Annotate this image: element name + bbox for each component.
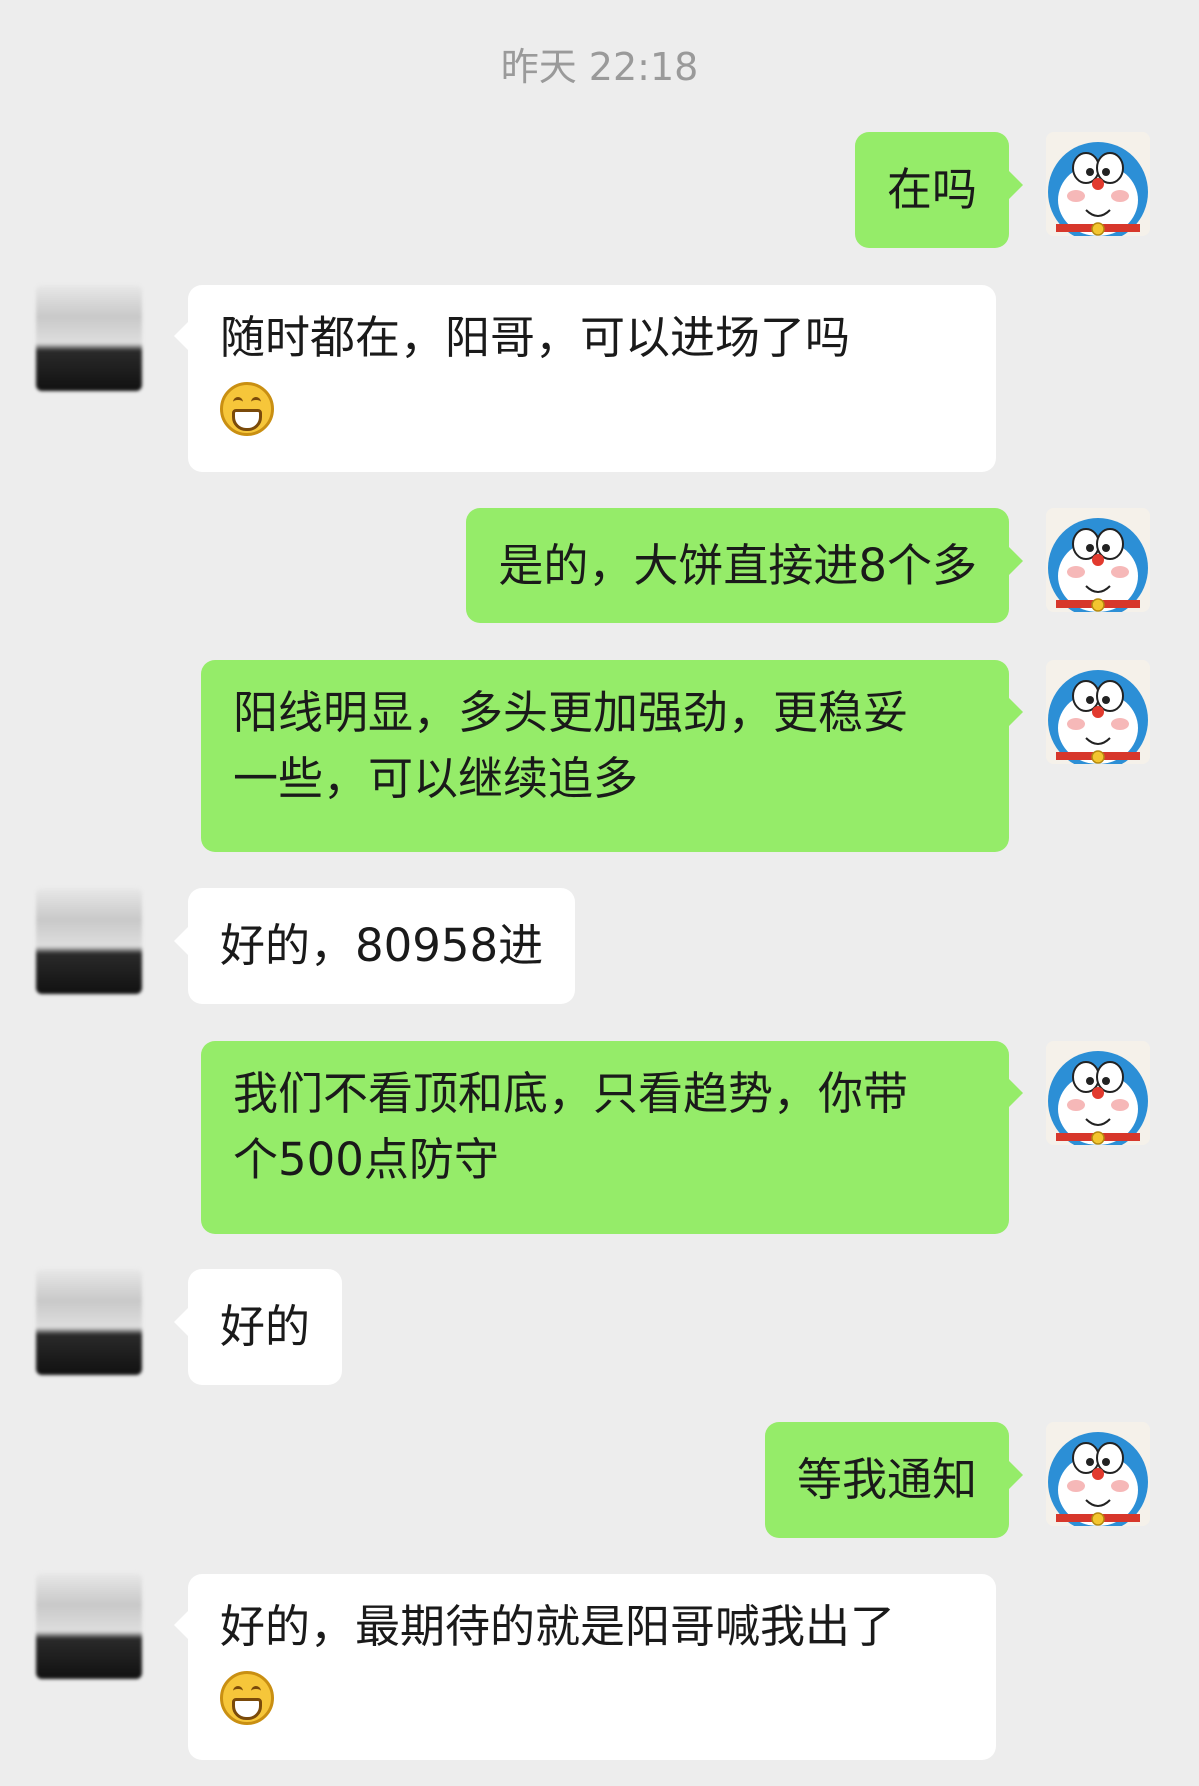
contact-message-bubble[interactable]: 随时都在，阳哥，可以进场了吗 <box>188 285 996 472</box>
my-message-bubble[interactable]: 在吗 <box>854 132 1009 248</box>
chat-timestamp: 昨天 22:18 <box>500 45 699 89</box>
message-text: 好的 <box>220 1300 311 1353</box>
contact-message-bubble[interactable]: 好的，80958进 <box>188 888 576 1004</box>
message-text: 好的，80958进 <box>220 919 544 972</box>
message-text: 是的，大饼直接进8个多 <box>498 539 977 592</box>
doraemon-avatar-icon[interactable] <box>1046 1041 1150 1145</box>
message-text: 在吗 <box>886 163 977 216</box>
bubble-tail <box>174 1611 188 1639</box>
message-text: 随时都在，阳哥，可以进场了吗 <box>220 311 851 364</box>
bubble-tail <box>1009 171 1023 199</box>
contact-message-bubble[interactable]: 好的 <box>188 1269 343 1385</box>
contact-avatar[interactable] <box>36 285 142 391</box>
message-text-line-2: 个500点防守 <box>233 1133 499 1186</box>
message-text-line-1: 阳线明显，多头更加强劲，更稳妥 <box>233 686 909 739</box>
bubble-tail <box>1009 547 1023 575</box>
grin-emoji-icon <box>220 1671 274 1725</box>
bubble-tail <box>1009 698 1023 726</box>
doraemon-avatar-icon[interactable] <box>1046 508 1150 612</box>
message-text: 好的，最期待的就是阳哥喊我出了 <box>220 1600 896 1653</box>
bubble-tail <box>174 927 188 955</box>
my-message-bubble[interactable]: 我们不看顶和底，只看趋势，你带 个500点防守 <box>201 1041 1009 1234</box>
contact-avatar[interactable] <box>36 1269 142 1375</box>
my-message-bubble[interactable]: 等我通知 <box>764 1422 1009 1538</box>
bubble-tail <box>174 1308 188 1336</box>
doraemon-avatar-icon[interactable] <box>1046 1422 1150 1526</box>
bubble-tail <box>1009 1461 1023 1489</box>
my-message-bubble[interactable]: 是的，大饼直接进8个多 <box>466 508 1009 623</box>
message-text-line-1: 我们不看顶和底，只看趋势，你带 <box>233 1067 909 1120</box>
contact-avatar[interactable] <box>36 888 142 994</box>
contact-message-bubble[interactable]: 好的，最期待的就是阳哥喊我出了 <box>188 1574 996 1760</box>
message-text-line-2: 一些，可以继续追多 <box>233 752 639 805</box>
message-text: 等我通知 <box>796 1453 977 1506</box>
doraemon-avatar-icon[interactable] <box>1046 660 1150 764</box>
bubble-tail <box>174 322 188 350</box>
grin-emoji-icon <box>220 382 274 436</box>
bubble-tail <box>1009 1079 1023 1107</box>
contact-avatar[interactable] <box>36 1573 142 1679</box>
doraemon-avatar-icon[interactable] <box>1046 132 1150 236</box>
my-message-bubble[interactable]: 阳线明显，多头更加强劲，更稳妥 一些，可以继续追多 <box>201 660 1009 852</box>
